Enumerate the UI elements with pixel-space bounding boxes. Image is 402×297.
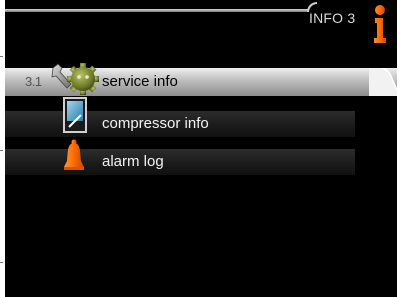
menu-item-label: alarm log	[102, 153, 164, 170]
menu-item-service-info[interactable]: 3.1 service info	[5, 63, 397, 96]
bell-icon	[64, 139, 84, 170]
menu-item-number: 3.1	[25, 74, 42, 89]
menu-title: INFO 3	[309, 10, 356, 26]
compressor-icon	[63, 97, 87, 133]
selection-tab-corner	[369, 68, 397, 96]
display-screen: INFO 3 3.1 service info compressor info …	[5, 0, 397, 297]
frame-tick	[0, 56, 3, 57]
menu-item-compressor-info[interactable]: compressor info	[5, 97, 355, 137]
info-icon	[374, 5, 386, 43]
menu-item-label: compressor info	[102, 115, 209, 132]
menu-item-alarm-log[interactable]: alarm log	[5, 139, 355, 175]
menu-item-label: service info	[102, 73, 178, 90]
header-divider	[5, 9, 308, 12]
wrench-gear-icon	[51, 63, 99, 95]
frame-tick	[0, 150, 3, 151]
frame-tick	[0, 262, 3, 263]
